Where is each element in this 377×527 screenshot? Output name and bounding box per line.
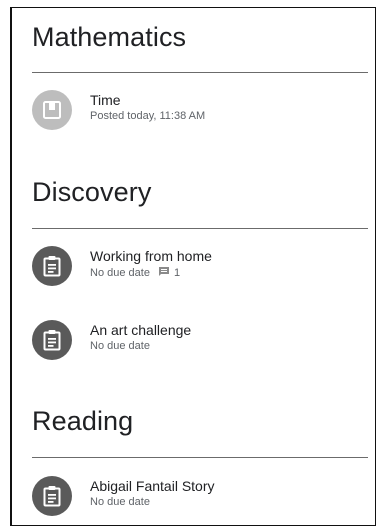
list-item-abigail-fantail-story[interactable]: Abigail Fantail Story No due date <box>32 476 368 520</box>
list-item-art-challenge[interactable]: An art challenge No due date <box>32 320 368 364</box>
item-meta: No due date 1 <box>90 266 180 280</box>
list-item-working-from-home[interactable]: Working from home No due date 1 <box>32 246 368 290</box>
assignment-icon <box>32 246 72 286</box>
list-item-time[interactable]: Time Posted today, 11:38 AM <box>32 90 368 134</box>
classwork-list: Mathematics Time Posted today, 11:38 AM … <box>10 7 376 526</box>
item-meta: Posted today, 11:38 AM <box>90 110 205 122</box>
item-title: An art challenge <box>90 322 192 338</box>
assignment-icon <box>32 320 72 360</box>
section-divider <box>32 72 368 73</box>
due-date: No due date <box>90 496 150 508</box>
assignment-icon <box>32 476 72 516</box>
comment-count: 1 <box>173 267 181 279</box>
material-icon <box>32 90 72 130</box>
section-title: Discovery <box>32 177 152 207</box>
due-date: No due date <box>90 267 150 279</box>
item-title: Working from home <box>90 248 212 264</box>
section-divider <box>32 457 368 458</box>
item-title: Time <box>90 92 121 108</box>
section-title: Reading <box>32 406 134 436</box>
section-divider <box>32 228 368 229</box>
section-title: Mathematics <box>32 22 187 52</box>
posted-date: Posted today, 11:38 AM <box>90 110 206 122</box>
due-date: No due date <box>90 340 150 352</box>
item-title: Abigail Fantail Story <box>90 478 215 494</box>
item-meta: No due date <box>90 340 150 352</box>
item-meta: No due date <box>90 496 150 508</box>
comment-icon <box>158 266 170 280</box>
